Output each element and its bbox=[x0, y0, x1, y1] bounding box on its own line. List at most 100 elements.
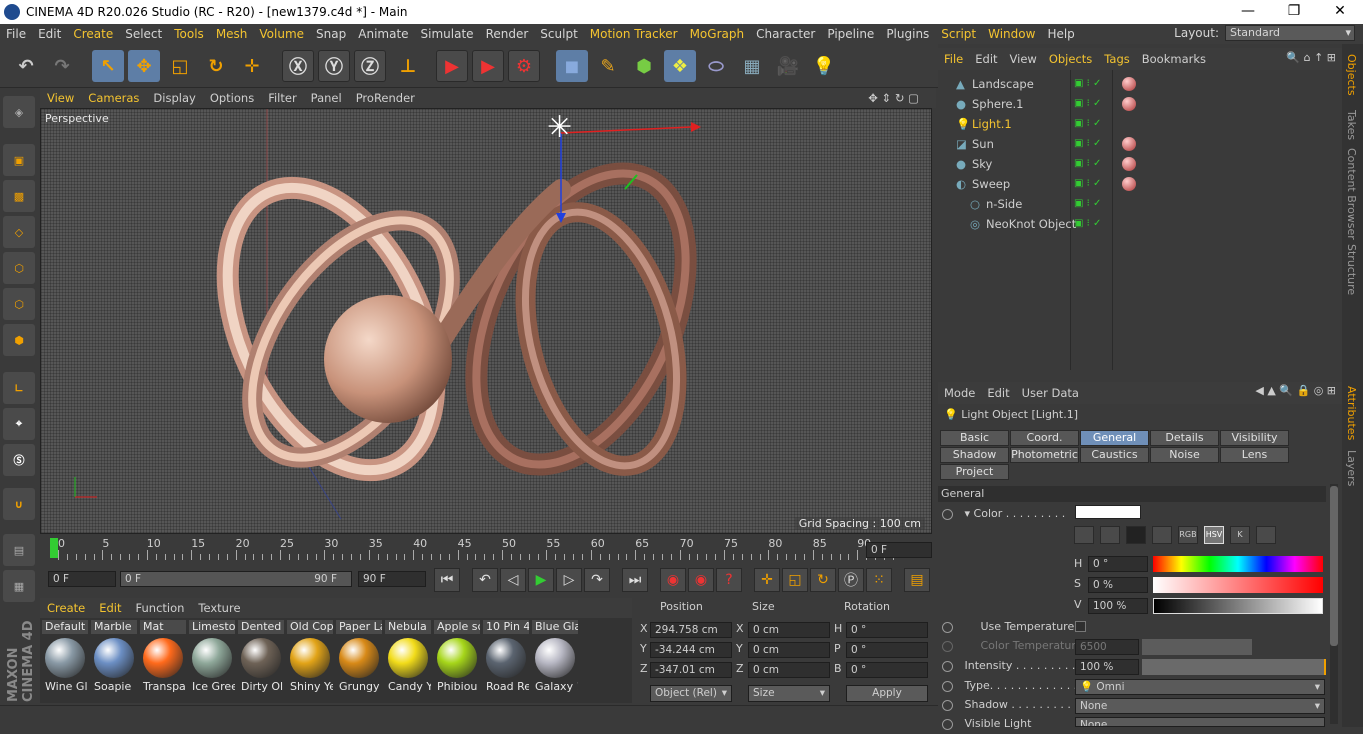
hue-slider[interactable] bbox=[1153, 556, 1323, 572]
previous-key-icon[interactable]: ↶ bbox=[472, 568, 498, 592]
object-menu-bookmarks[interactable]: Bookmarks bbox=[1136, 52, 1212, 66]
autokey-icon[interactable]: ◉ bbox=[688, 568, 714, 592]
viewport-menu-cameras[interactable]: Cameras bbox=[81, 91, 146, 105]
key-parameter-icon[interactable]: Ⓟ bbox=[838, 568, 864, 592]
viewport-nav-icons[interactable]: ✥ ⇕ ↻ ▢ bbox=[861, 91, 926, 105]
key-position-icon[interactable]: ✛ bbox=[754, 568, 780, 592]
maximize-button[interactable]: ❐ bbox=[1271, 0, 1317, 24]
key-pla-icon[interactable]: ⁙ bbox=[866, 568, 892, 592]
previous-frame-icon[interactable]: ◁ bbox=[500, 568, 526, 592]
next-frame-icon[interactable]: ▷ bbox=[556, 568, 582, 592]
render-picture-viewer-icon[interactable]: ▶ bbox=[472, 50, 504, 82]
object-menu-edit[interactable]: Edit bbox=[969, 52, 1003, 66]
texture-mode-icon[interactable]: ▩ bbox=[3, 180, 35, 212]
material-swatch[interactable]: 10 Pin 4 Road Re bbox=[483, 620, 529, 700]
object-row[interactable]: ○ n-Side ▣ ⁝ ✓ bbox=[938, 194, 1342, 214]
close-button[interactable]: ✕ bbox=[1317, 0, 1363, 24]
coordinate-mode-select[interactable]: Object (Rel) ▾ bbox=[650, 685, 732, 702]
tab-general[interactable]: General bbox=[1080, 430, 1149, 446]
image-icon[interactable] bbox=[1152, 526, 1172, 544]
polygons-mode-icon[interactable]: ⬢ bbox=[3, 324, 35, 356]
menu-sculpt[interactable]: Sculpt bbox=[534, 27, 583, 41]
attribute-nav-icons[interactable]: ◀ ▲ 🔍 🔒 ◎ ⊞ bbox=[1255, 384, 1336, 397]
object-row[interactable]: ◐ Sweep ▣ ⁝ ✓ bbox=[938, 174, 1342, 194]
visibility-dots-icon[interactable]: ▣ ⁝ ✓ bbox=[1074, 174, 1101, 194]
x-axis-lock-icon[interactable]: Ⓧ bbox=[282, 50, 314, 82]
object-row[interactable]: ◎ NeoKnot Object ▣ ⁝ ✓ bbox=[938, 214, 1342, 234]
cloner-icon[interactable]: ❖ bbox=[664, 50, 696, 82]
material-menu-create[interactable]: Create bbox=[40, 601, 92, 615]
material-tag-icon[interactable] bbox=[1122, 177, 1136, 191]
tab-visibility[interactable]: Visibility bbox=[1220, 430, 1289, 446]
viewport-menu-panel[interactable]: Panel bbox=[304, 91, 349, 105]
rotate-icon[interactable]: ↻ bbox=[200, 50, 232, 82]
grid-icon[interactable]: ▦ bbox=[3, 570, 35, 602]
range-slider[interactable]: 0 F 90 F bbox=[120, 571, 352, 587]
key-scale-icon[interactable]: ◱ bbox=[782, 568, 808, 592]
tab-shadow[interactable]: Shadow bbox=[940, 447, 1009, 463]
goto-start-icon[interactable]: ⏮ bbox=[434, 568, 460, 592]
visibility-dots-icon[interactable]: ▣ ⁝ ✓ bbox=[1074, 214, 1101, 234]
position-z-field[interactable]: -347.01 cm bbox=[650, 662, 732, 678]
material-menu-function[interactable]: Function bbox=[129, 601, 192, 615]
visibility-dots-icon[interactable]: ▣ ⁝ ✓ bbox=[1074, 74, 1101, 94]
material-menu-texture[interactable]: Texture bbox=[191, 601, 247, 615]
material-swatch[interactable]: Limesto Ice Gree bbox=[189, 620, 235, 700]
visibility-dots-icon[interactable]: ▣ ⁝ ✓ bbox=[1074, 134, 1101, 154]
z-axis-lock-icon[interactable]: Ⓩ bbox=[354, 50, 386, 82]
kelvin-button[interactable]: K bbox=[1230, 526, 1250, 544]
menu-simulate[interactable]: Simulate bbox=[415, 27, 480, 41]
intensity-field[interactable]: 100 % bbox=[1075, 659, 1139, 675]
viewport-menu-options[interactable]: Options bbox=[203, 91, 261, 105]
position-y-field[interactable]: -34.244 cm bbox=[650, 642, 732, 658]
menu-render[interactable]: Render bbox=[480, 27, 535, 41]
apply-button[interactable]: Apply bbox=[846, 685, 928, 702]
material-swatch[interactable]: Default Wine Gl bbox=[42, 620, 88, 700]
menu-tools[interactable]: Tools bbox=[168, 27, 210, 41]
tab-noise[interactable]: Noise bbox=[1150, 447, 1219, 463]
material-tag-icon[interactable] bbox=[1122, 157, 1136, 171]
tab-project[interactable]: Project bbox=[940, 464, 1009, 480]
material-swatch[interactable]: Nebula Candy Y bbox=[385, 620, 431, 700]
menu-mograph[interactable]: MoGraph bbox=[684, 27, 751, 41]
viewport-menu-filter[interactable]: Filter bbox=[261, 91, 303, 105]
start-frame-field[interactable]: 0 F bbox=[48, 571, 116, 587]
tab-basic[interactable]: Basic bbox=[940, 430, 1009, 446]
attribute-menu-mode[interactable]: Mode bbox=[938, 386, 981, 400]
make-editable-icon[interactable]: ◈ bbox=[3, 96, 35, 128]
rotation-p-field[interactable]: 0 ° bbox=[846, 642, 928, 658]
menu-plugins[interactable]: Plugins bbox=[880, 27, 935, 41]
material-swatch[interactable]: Paper La Grungy bbox=[336, 620, 382, 700]
material-menu-edit[interactable]: Edit bbox=[92, 601, 128, 615]
tab-lens[interactable]: Lens bbox=[1220, 447, 1289, 463]
object-row[interactable]: ● Sphere.1 ▣ ⁝ ✓ bbox=[938, 94, 1342, 114]
menu-window[interactable]: Window bbox=[982, 27, 1041, 41]
object-menu-view[interactable]: View bbox=[1004, 52, 1043, 66]
menu-motion-tracker[interactable]: Motion Tracker bbox=[584, 27, 684, 41]
menu-select[interactable]: Select bbox=[119, 27, 168, 41]
workplane-icon[interactable]: ◇ bbox=[3, 216, 35, 248]
attribute-menu-edit[interactable]: Edit bbox=[981, 386, 1015, 400]
material-swatch[interactable]: Old Cop Shiny Ye bbox=[287, 620, 333, 700]
use-temperature-radio[interactable] bbox=[942, 621, 953, 633]
goto-end-icon[interactable]: ⏭ bbox=[622, 568, 648, 592]
use-temperature-checkbox[interactable] bbox=[1075, 621, 1086, 632]
rotation-b-field[interactable]: 0 ° bbox=[846, 662, 928, 678]
size-x-field[interactable]: 0 cm bbox=[748, 622, 830, 638]
object-menu-tags[interactable]: Tags bbox=[1098, 52, 1135, 66]
visibility-dots-icon[interactable]: ▣ ⁝ ✓ bbox=[1074, 194, 1101, 214]
menu-pipeline[interactable]: Pipeline bbox=[821, 27, 880, 41]
menu-file[interactable]: File bbox=[0, 27, 32, 41]
value-field[interactable]: 100 % bbox=[1088, 598, 1148, 614]
magnet-icon[interactable]: ∪ bbox=[3, 488, 35, 520]
pen-icon[interactable]: ✎ bbox=[592, 50, 624, 82]
color-temperature-radio[interactable] bbox=[942, 640, 953, 652]
spectrum-icon[interactable] bbox=[1100, 526, 1120, 544]
tab-content-browser[interactable]: Content Browser bbox=[1345, 148, 1358, 240]
object-menu-objects[interactable]: Objects bbox=[1043, 52, 1098, 66]
value-slider[interactable] bbox=[1153, 598, 1323, 614]
record-icon[interactable]: ◉ bbox=[660, 568, 686, 592]
cube-icon[interactable]: ◼ bbox=[556, 50, 588, 82]
saturation-slider[interactable] bbox=[1153, 577, 1323, 593]
color-temperature-slider[interactable] bbox=[1142, 639, 1252, 655]
